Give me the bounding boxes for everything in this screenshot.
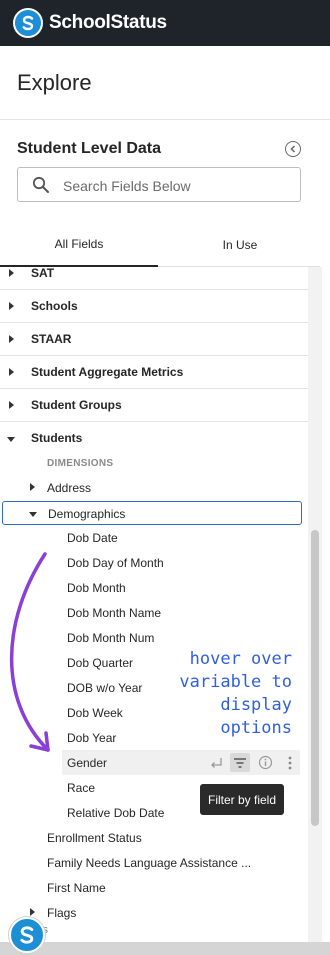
field-label: First Name: [47, 881, 106, 895]
more-options-icon[interactable]: [280, 753, 300, 772]
group-label: Students: [31, 431, 83, 445]
annotation-line: display: [220, 695, 292, 715]
field-family-needs-language-assistance[interactable]: Family Needs Language Assistance ...: [0, 850, 308, 875]
field-label: Dob Month Name: [67, 606, 162, 620]
field-label: Dob Month Num: [67, 631, 155, 645]
panel-title: Student Level Data: [17, 140, 162, 157]
field-label: Dob Day of Month: [67, 556, 164, 570]
group-student-aggregate-metrics[interactable]: Student Aggregate Metrics: [0, 356, 308, 389]
chevron-left-icon: [290, 145, 296, 153]
app-header: SchoolStatus: [0, 0, 330, 46]
page-title: Explore: [17, 70, 92, 95]
subgroup-label: Flags: [47, 906, 77, 920]
caret-right-icon: [30, 908, 35, 916]
field-enrollment-status[interactable]: Enrollment Status: [0, 825, 308, 850]
collapse-panel-button[interactable]: [285, 141, 301, 157]
annotation-line: options: [220, 718, 292, 738]
field-gender[interactable]: Gender: [62, 750, 300, 775]
group-staar[interactable]: STAAR: [0, 323, 308, 356]
group-label: Student Aggregate Metrics: [31, 365, 184, 379]
tab-in-use[interactable]: In Use: [160, 222, 320, 267]
subgroup-label: Address: [47, 481, 92, 495]
subgroup-flags[interactable]: Flags: [0, 900, 308, 925]
group-student-groups[interactable]: Student Groups: [0, 389, 308, 422]
bottom-strip: [0, 942, 330, 955]
field-label: Relative Dob Date: [67, 806, 165, 820]
annotation-arrow: [9, 552, 50, 752]
filter-tooltip: Filter by field: [200, 784, 284, 815]
page-header: Explore: [0, 46, 330, 120]
subgroup-address[interactable]: Address: [0, 475, 308, 500]
search-input[interactable]: Search Fields Below: [17, 167, 301, 202]
schoolstatus-logo-icon[interactable]: [13, 8, 43, 38]
group-sat[interactable]: SAT: [0, 267, 308, 290]
group-label: STAAR: [31, 332, 72, 346]
brand-name: SchoolStatus: [49, 12, 167, 33]
annotation-line: hover over: [189, 649, 292, 669]
caret-right-icon: [9, 302, 14, 310]
annotation-text: hover over variable to display options: [174, 648, 292, 740]
info-icon[interactable]: [255, 753, 275, 772]
caret-right-icon: [30, 483, 35, 491]
pivot-icon[interactable]: [206, 753, 226, 772]
dimensions-header: DIMENSIONS: [47, 458, 114, 469]
caret-down-icon: [7, 437, 15, 442]
search-icon: [32, 176, 49, 193]
schoolstatus-help-icon[interactable]: [9, 917, 45, 953]
filter-icon[interactable]: [230, 753, 250, 772]
subgroup-label: Demographics: [48, 507, 126, 521]
group-label: Schools: [31, 299, 78, 313]
tab-all-fields[interactable]: All Fields: [0, 222, 158, 267]
caret-right-icon: [9, 368, 14, 376]
subgroup-demographics[interactable]: Demographics: [2, 501, 302, 525]
field-label: Race: [67, 781, 96, 795]
search-placeholder: Search Fields Below: [63, 178, 191, 194]
group-students[interactable]: Students: [0, 422, 308, 455]
scrollbar-thumb[interactable]: [311, 530, 319, 826]
group-schools[interactable]: Schools: [0, 290, 308, 323]
field-tabs: All Fields In Use: [0, 222, 320, 267]
caret-right-icon: [9, 269, 14, 277]
field-label: Enrollment Status: [47, 831, 142, 845]
annotation-line: variable to: [179, 672, 292, 692]
caret-right-icon: [9, 401, 14, 409]
field-first-name[interactable]: First Name: [0, 875, 308, 900]
field-label: Family Needs Language Assistance ...: [47, 856, 252, 870]
caret-down-icon: [29, 512, 37, 517]
group-label: SAT: [31, 267, 55, 280]
caret-right-icon: [9, 335, 14, 343]
group-label: Student Groups: [31, 398, 122, 412]
